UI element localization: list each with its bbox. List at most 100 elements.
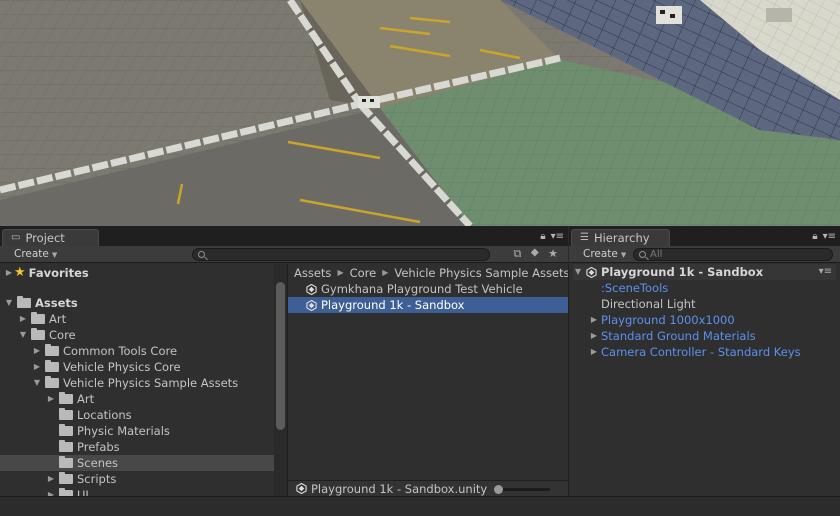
expanded-arrow-icon[interactable]: ▼ — [18, 327, 28, 343]
breadcrumb-separator-icon: ▶ — [382, 268, 389, 277]
lock-icon[interactable]: 🔒︎ — [812, 231, 817, 242]
collapsed-arrow-icon[interactable]: ▶ — [32, 343, 42, 359]
expanded-arrow-icon[interactable]: ▼ — [4, 295, 14, 311]
panel-menu-icon[interactable]: ▾≡ — [823, 231, 836, 242]
asset-item[interactable]: Gymkhana Playground Test Vehicle — [288, 281, 568, 297]
breadcrumb-item[interactable]: Vehicle Physics Sample Assets — [394, 265, 568, 281]
folder-tree-item[interactable]: ▼ Vehicle Physics Sample Assets — [0, 375, 274, 391]
scene-header-row[interactable]: ▼ Playground 1k - Sandbox ▾≡ — [573, 264, 836, 280]
folder-tree-item[interactable]: ▶ Art — [0, 311, 274, 327]
folder-icon — [31, 328, 45, 340]
folder-tree-item[interactable]: ▶ Vehicle Physics Core — [0, 359, 274, 375]
filter-by-type-icon[interactable]: ⧉ — [513, 247, 521, 261]
project-footer: Playground 1k - Sandbox.unity — [288, 480, 568, 496]
unity-scene-icon — [306, 299, 317, 311]
hierarchy-toolbar: Create ▼ All — [569, 246, 840, 263]
folder-tree-item[interactable]: ▼ Assets — [0, 295, 274, 311]
hierarchy-create-button[interactable]: Create ▼ — [575, 247, 634, 262]
folder-tree-scrollbar[interactable] — [274, 264, 287, 496]
favorites-row[interactable]: ▶ ★ Favorites — [4, 265, 89, 281]
collapsed-arrow-icon[interactable]: ▶ — [46, 471, 56, 487]
hierarchy-search-placeholder: All — [650, 249, 663, 260]
folder-tree-item[interactable]: ▶ UI — [0, 487, 274, 496]
collapsed-arrow-icon[interactable]: ▶ — [589, 344, 599, 360]
asset-item[interactable]: Playground 1k - Sandbox — [288, 297, 568, 313]
hierarchy-item[interactable]: ▶ Playground 1000x1000 — [569, 312, 840, 328]
folder-tree-item[interactable]: ▼ Core — [0, 327, 274, 343]
expanded-arrow-icon[interactable]: ▼ — [573, 264, 583, 280]
hierarchy-item[interactable]: ▶ Camera Controller - Standard Keys — [569, 344, 840, 360]
folder-tree-item[interactable]: Scenes — [0, 455, 274, 471]
hierarchy-tree: ▼ Playground 1k - Sandbox ▾≡ :SceneTools… — [569, 264, 840, 496]
project-filter-tools: ⧉ ⯁ ★ — [513, 247, 558, 261]
hierarchy-create-label: Create — [583, 248, 618, 260]
folder-icon — [59, 392, 73, 404]
collapsed-arrow-icon[interactable]: ▶ — [46, 391, 56, 407]
scene-viewport[interactable] — [0, 0, 840, 226]
status-bar — [0, 496, 840, 516]
hierarchy-tab-tools: 🔒︎ ▾≡ — [812, 231, 836, 242]
folder-label: Locations — [77, 408, 132, 422]
project-panel: ▭ Project 🔒︎ ▾≡ Create ▼ ⧉ ⯁ ★ ▶ ★ Favori… — [0, 226, 568, 496]
dropdown-arrow-icon: ▼ — [51, 251, 58, 259]
collapsed-arrow-icon[interactable]: ▶ — [4, 265, 14, 281]
folder-icon — [59, 472, 73, 484]
folder-label: Scripts — [77, 472, 117, 486]
collapsed-arrow-icon[interactable]: ▶ — [589, 312, 599, 328]
filter-by-label-icon[interactable]: ⯁ — [530, 247, 539, 261]
collapsed-arrow-icon[interactable]: ▶ — [46, 487, 56, 496]
dropdown-arrow-icon: ▼ — [620, 251, 627, 259]
hierarchy-item-label: :SceneTools — [601, 281, 669, 295]
unity-scene-icon — [296, 483, 307, 494]
folder-tree-item[interactable]: Physic Materials — [0, 423, 274, 439]
icon-size-slider[interactable] — [494, 485, 550, 494]
icon-size-slider-handle[interactable] — [494, 485, 503, 494]
asset-list: Assets ▶ Core ▶ Vehicle Physics Sample A… — [288, 264, 568, 496]
asset-label: Playground 1k - Sandbox — [321, 298, 465, 312]
folder-label: Art — [77, 392, 95, 406]
hierarchy-item[interactable]: Directional Light — [569, 296, 840, 312]
selected-asset-path: Playground 1k - Sandbox.unity — [311, 481, 488, 496]
lock-icon[interactable]: 🔒︎ — [540, 231, 545, 242]
search-icon — [639, 251, 646, 258]
folder-icon — [17, 296, 31, 308]
folder-tree-item[interactable]: ▶ Art — [0, 391, 274, 407]
folder-icon — [59, 440, 73, 452]
folder-tree-scroll-thumb[interactable] — [276, 282, 285, 430]
folder-label: Art — [49, 312, 67, 326]
folder-label: Vehicle Physics Sample Assets — [63, 376, 239, 390]
expanded-arrow-icon[interactable]: ▼ — [32, 375, 42, 391]
project-search-input[interactable] — [192, 248, 490, 261]
folder-tree-item[interactable]: ▶ Scripts — [0, 471, 274, 487]
folder-tree-item[interactable]: Prefabs — [0, 439, 274, 455]
tab-project[interactable]: ▭ Project — [2, 229, 99, 246]
folder-tab-icon: ▭ — [11, 232, 21, 243]
folder-icon — [59, 424, 73, 436]
hierarchy-item[interactable]: :SceneTools — [569, 280, 840, 296]
hierarchy-search-input[interactable]: All — [633, 248, 833, 261]
tab-hierarchy-label: Hierarchy — [593, 231, 650, 245]
project-tabbar: ▭ Project 🔒︎ ▾≡ — [0, 226, 568, 246]
panel-menu-icon[interactable]: ▾≡ — [551, 231, 564, 242]
breadcrumb-item[interactable]: Core — [350, 265, 377, 281]
folder-label: Physic Materials — [77, 424, 170, 438]
unity-scene-icon — [586, 266, 597, 278]
folder-tree-item[interactable]: ▶ Common Tools Core — [0, 343, 274, 359]
scene-menu-icon[interactable]: ▾≡ — [819, 264, 832, 280]
collapsed-arrow-icon[interactable]: ▶ — [589, 328, 599, 344]
folder-tree-item[interactable]: Locations — [0, 407, 274, 423]
search-icon — [198, 251, 205, 258]
collapsed-arrow-icon[interactable]: ▶ — [18, 311, 28, 327]
list-tab-icon: ☰ — [580, 232, 589, 243]
collapsed-arrow-icon[interactable]: ▶ — [32, 359, 42, 375]
hierarchy-item[interactable]: ▶ Standard Ground Materials — [569, 328, 840, 344]
favorite-star-icon[interactable]: ★ — [548, 247, 558, 261]
breadcrumb-separator-icon: ▶ — [337, 268, 344, 277]
folder-label: Assets — [35, 296, 78, 310]
folder-icon — [31, 312, 45, 324]
scene-view[interactable] — [0, 0, 840, 226]
folder-icon — [45, 376, 59, 388]
project-create-button[interactable]: Create ▼ — [6, 247, 65, 262]
tab-hierarchy[interactable]: ☰ Hierarchy — [571, 229, 670, 246]
breadcrumb-item[interactable]: Assets — [294, 265, 331, 281]
